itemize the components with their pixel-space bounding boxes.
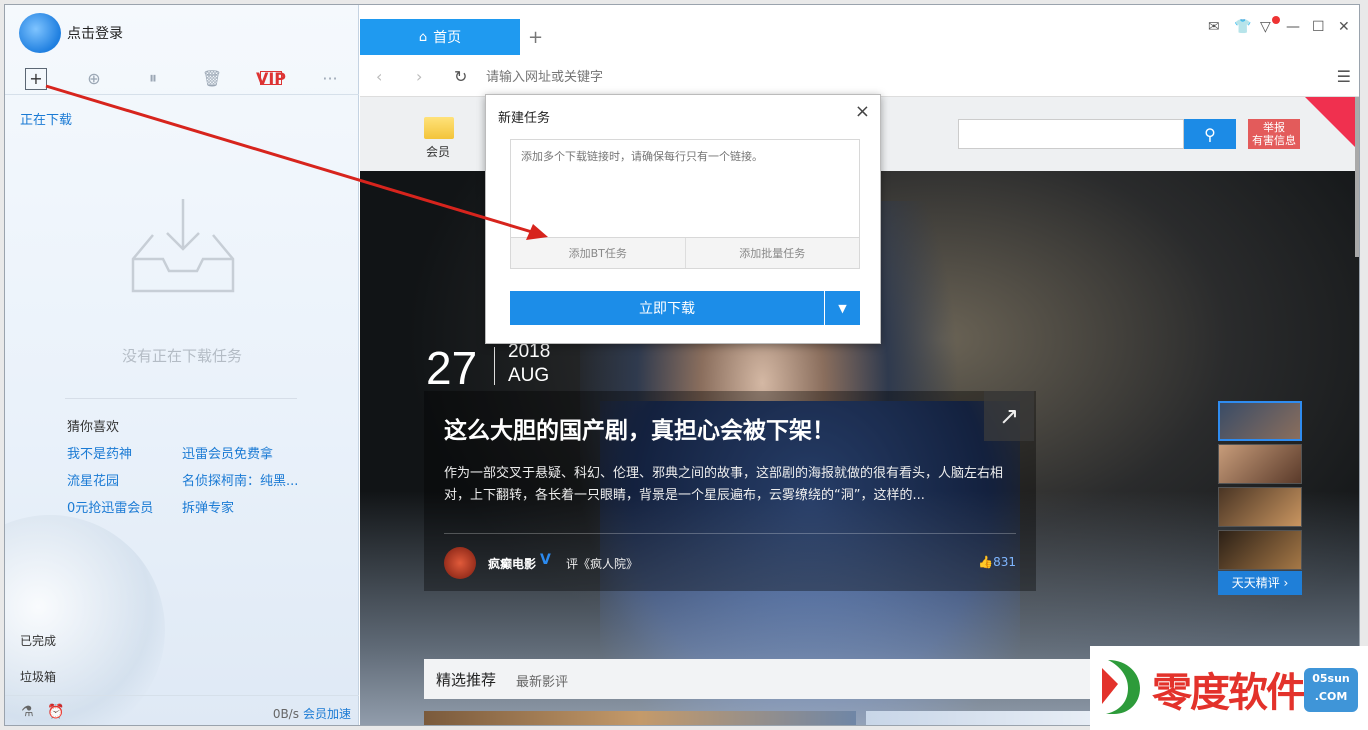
review-target[interactable]: 评《疯人院》: [566, 555, 638, 572]
refresh-icon[interactable]: ↻: [454, 67, 467, 86]
address-bar: ‹ › ↻ ☰: [360, 57, 1359, 97]
article-headline[interactable]: 这么大胆的国产剧，真担心会被下架！: [444, 411, 835, 445]
more-icon[interactable]: ···: [319, 67, 341, 89]
article-summary: 作为一部交叉于悬疑、科幻、伦理、邪典之间的故事，这部剧的海报就做的很有看头，人脑…: [444, 466, 1004, 503]
recommend-link[interactable]: 0元抢迅雷会员: [67, 497, 153, 516]
skin-shirt-icon[interactable]: 👕: [1234, 19, 1251, 35]
minimize-icon[interactable]: —: [1286, 19, 1300, 35]
dialog-title: 新建任务: [498, 111, 551, 126]
downloading-tab[interactable]: 正在下载: [20, 109, 72, 128]
url-input[interactable]: [486, 66, 1086, 88]
speed-indicator: 0B/s 会员加速: [273, 705, 351, 722]
link-input[interactable]: [510, 139, 860, 237]
author-row: 疯癫电影 V 评《疯人院》 👍831: [444, 547, 1016, 579]
thumbnail-strip[interactable]: [424, 711, 856, 725]
new-task-icon[interactable]: +: [25, 68, 47, 90]
recommend-link[interactable]: 拆弹专家: [182, 497, 234, 516]
mail-icon[interactable]: ✉: [1208, 19, 1220, 35]
login-link[interactable]: 点击登录: [67, 23, 123, 43]
author-name[interactable]: 疯癫电影: [488, 555, 536, 572]
pause-icon[interactable]: ⏸: [142, 67, 164, 89]
recommend-link[interactable]: 流星花园: [67, 470, 119, 489]
recommend-link[interactable]: 我不是药神: [67, 443, 132, 462]
date-year: 2018: [508, 341, 551, 362]
chevron-down-icon[interactable]: ▼: [825, 291, 860, 325]
guess-you-like-title: 猜你喜欢: [67, 420, 120, 435]
daily-pick-link[interactable]: 天天精评 ›: [1218, 571, 1302, 595]
watermark-logo: 零度软件园 05sun .COM: [1090, 646, 1368, 730]
verified-icon: V: [540, 552, 551, 568]
expand-arrow-icon[interactable]: ↗: [984, 391, 1034, 441]
start-download-icon[interactable]: ⊕: [83, 67, 105, 89]
watermark-badge-bottom: .COM: [1314, 690, 1348, 703]
trash-tab[interactable]: 垃圾箱: [20, 668, 56, 685]
new-tab-button[interactable]: +: [528, 27, 543, 48]
watermark-badge-top: 05sun: [1312, 672, 1350, 685]
report-line-1: 举报: [1263, 121, 1285, 134]
thumbnail[interactable]: [1218, 401, 1302, 441]
delete-icon[interactable]: 🗑: [201, 67, 223, 89]
new-task-dialog: 新建任务 × 添加BT任务 添加批量任务 立即下载 ▼: [485, 94, 881, 344]
notification-badge: [1272, 16, 1280, 24]
date-separator: [494, 347, 495, 385]
menu-icon[interactable]: ☰: [1337, 67, 1351, 86]
alarm-clock-icon[interactable]: ⏰: [47, 704, 64, 720]
accelerate-link[interactable]: 会员加速: [303, 707, 351, 721]
latest-review-tab[interactable]: 最新影评: [516, 671, 568, 690]
author-avatar[interactable]: [444, 547, 476, 579]
thumbnail[interactable]: [1218, 530, 1302, 570]
dropdown-menu-icon[interactable]: ▽: [1260, 19, 1271, 35]
download-now-button[interactable]: 立即下载: [510, 291, 824, 325]
thumbnail[interactable]: [1218, 444, 1302, 484]
date-day: 27: [426, 342, 478, 394]
corner-camera-icon[interactable]: [1305, 97, 1359, 153]
add-bt-task-button[interactable]: 添加BT任务: [511, 238, 686, 268]
search-icon[interactable]: ⚲: [1184, 119, 1236, 149]
site-search-input[interactable]: [958, 119, 1184, 149]
recommend-tab[interactable]: 精选推荐: [436, 669, 496, 690]
thumbs-up-icon: 👍: [978, 555, 994, 569]
watermark-badge: 05sun .COM: [1304, 668, 1358, 712]
download-panel: 点击登录 + ⊕ ⏸ 🗑 VIP ··· 正在下载 没有正在下载任务 猜你喜欢 …: [5, 5, 359, 725]
forward-icon[interactable]: ›: [416, 67, 422, 86]
page-scrollbar[interactable]: [1355, 97, 1359, 257]
empty-inbox-icon: [131, 199, 235, 293]
back-icon[interactable]: ‹: [376, 67, 382, 86]
empty-message: 没有正在下载任务: [121, 347, 242, 365]
thumbnail-strip[interactable]: [866, 711, 1096, 725]
completed-tab[interactable]: 已完成: [20, 632, 56, 649]
watermark-icon: [1102, 660, 1140, 714]
maximize-icon[interactable]: ☐: [1312, 19, 1325, 35]
tab-home[interactable]: ⌂ 首页: [360, 19, 520, 55]
article-divider: [444, 533, 1016, 534]
task-type-buttons: 添加BT任务 添加批量任务: [510, 237, 860, 269]
nav-member-link[interactable]: 会员: [426, 143, 450, 160]
recommend-link[interactable]: 迅雷会员免费拿: [182, 443, 273, 462]
like-count-value: 831: [993, 555, 1016, 569]
status-bar: ⚗ ⏰ 0B/s 会员加速: [5, 695, 359, 725]
thumbnail[interactable]: [1218, 487, 1302, 527]
speed-value: 0B/s: [272, 707, 299, 721]
like-count[interactable]: 👍831: [978, 555, 1016, 569]
download-toolbar: + ⊕ ⏸ 🗑 VIP ···: [5, 59, 359, 95]
tab-strip: ⌂ 首页 + ✉ 👕 ▽ — ☐ ✕: [360, 5, 1359, 57]
lab-flask-icon[interactable]: ⚗: [21, 704, 34, 720]
date-month: AUG: [508, 365, 550, 386]
member-folder-icon[interactable]: [424, 117, 454, 139]
vip-icon[interactable]: VIP: [256, 69, 286, 88]
thunder-logo: [19, 13, 61, 53]
close-window-icon[interactable]: ✕: [1338, 19, 1350, 35]
featured-article[interactable]: 这么大胆的国产剧，真担心会被下架！ ↗ 作为一部交叉于悬疑、科幻、伦理、邪典之间…: [424, 391, 1036, 591]
divider: [65, 398, 297, 399]
recommend-bar: 精选推荐 最新影评: [424, 659, 1184, 699]
report-line-2: 有害信息: [1252, 134, 1296, 147]
close-icon[interactable]: ×: [855, 101, 870, 122]
add-batch-task-button[interactable]: 添加批量任务: [686, 238, 860, 268]
tab-home-label: 首页: [433, 30, 462, 46]
report-button[interactable]: 举报 有害信息: [1248, 119, 1300, 149]
recommend-link[interactable]: 名侦探柯南：纯黑...: [182, 470, 298, 489]
house-icon: ⌂: [418, 29, 428, 45]
